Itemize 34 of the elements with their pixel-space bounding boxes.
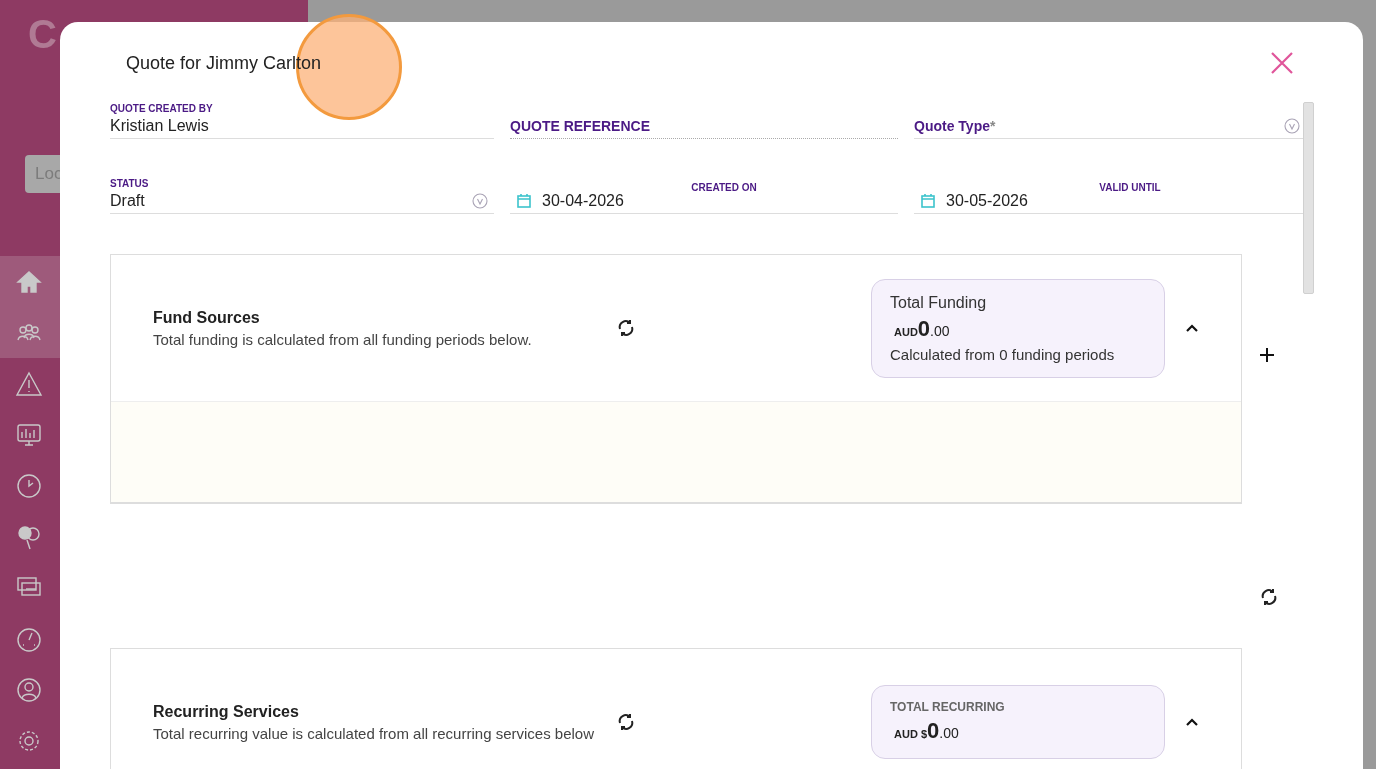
summary-heading: TOTAL RECURRING	[890, 700, 1006, 714]
nav-item[interactable]	[0, 307, 60, 358]
refresh-icon	[616, 318, 636, 338]
logo-text: C	[28, 12, 59, 57]
calendar-icon	[516, 193, 532, 209]
summary-note: Calculated from 0 funding periods	[890, 345, 1116, 363]
total-amount: AUD0.00	[893, 315, 951, 342]
scrollbar[interactable]	[1303, 102, 1314, 294]
calendar-icon	[920, 193, 936, 209]
refresh-icon	[616, 712, 636, 732]
close-icon	[1270, 51, 1294, 75]
dropdown-icon	[472, 193, 488, 209]
section-title: Fund Sources	[153, 308, 261, 327]
chevron-icon	[1185, 717, 1199, 727]
section-title: Recurring Services	[153, 702, 300, 721]
date-field[interactable]: CREATED ON 30-04-2026	[510, 175, 898, 214]
select-field[interactable]: STATUS Draft	[110, 175, 494, 214]
input-field[interactable]: QUOTE REFERENCE	[510, 100, 898, 139]
chevron-icon	[1185, 323, 1199, 333]
add-button[interactable]	[1258, 346, 1276, 364]
close-button[interactable]	[1269, 50, 1295, 76]
section-description: Total recurring value is calculated from all recurring services below	[153, 724, 595, 742]
nav-item[interactable]	[0, 256, 60, 307]
total-amount: AUD $0.00	[893, 718, 960, 744]
select-field[interactable]: Quote Type*	[914, 100, 1306, 139]
dropdown-icon	[1284, 118, 1300, 134]
section-description: Total funding is calculated from all funding periods below.	[153, 330, 533, 348]
warning-icon	[14, 369, 43, 398]
summary-heading: Total Funding	[890, 293, 988, 312]
clock-icon	[14, 471, 43, 500]
plus-icon	[1259, 347, 1275, 363]
user-icon	[14, 675, 43, 704]
date-field[interactable]: VALID UNTIL 30-05-2026	[914, 175, 1306, 214]
refresh-icon	[1259, 587, 1279, 607]
